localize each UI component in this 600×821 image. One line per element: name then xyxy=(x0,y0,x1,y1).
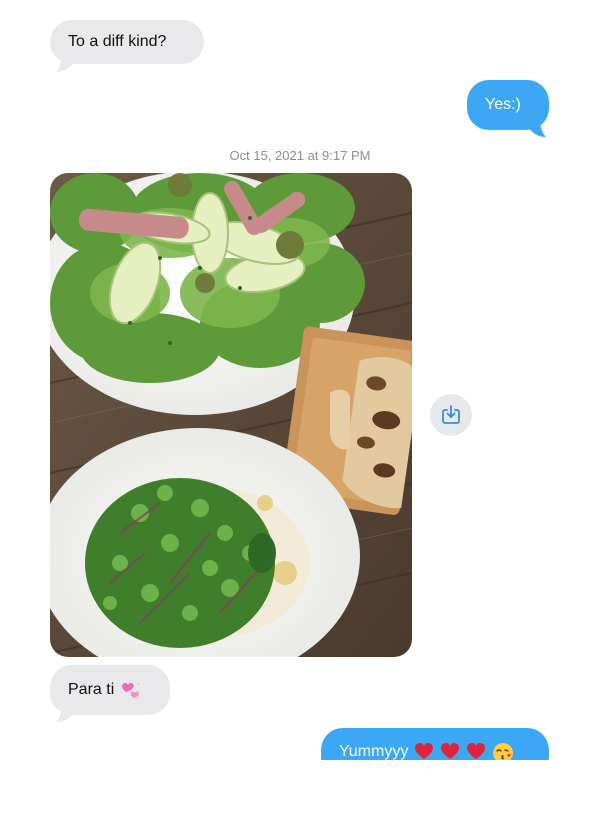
outgoing-message[interactable]: Yummyyy xyxy=(321,728,549,760)
message-text: Yes:) xyxy=(485,96,521,113)
message-text: To a diff kind? xyxy=(68,33,167,50)
message-thread: To a diff kind? Yes:) Oct 15, 2021 at 9:… xyxy=(0,0,600,760)
photo-attachment[interactable] xyxy=(50,173,412,657)
red-heart-icon xyxy=(467,743,486,759)
outgoing-bubble-tail xyxy=(528,117,546,137)
message-text: Yummyyy xyxy=(339,743,409,760)
food-photo xyxy=(50,173,412,657)
message-text: Para ti xyxy=(68,681,115,698)
red-heart-icon xyxy=(441,743,460,759)
kiss-face-icon xyxy=(493,743,514,760)
incoming-bubble-tail xyxy=(56,52,74,72)
save-photo-button[interactable] xyxy=(430,394,472,436)
red-heart-icon xyxy=(415,743,434,759)
message-timestamp: Oct 15, 2021 at 9:17 PM xyxy=(229,148,371,163)
download-icon xyxy=(442,405,460,424)
incoming-bubble-tail xyxy=(56,702,74,722)
two-hearts-icon xyxy=(122,682,140,698)
